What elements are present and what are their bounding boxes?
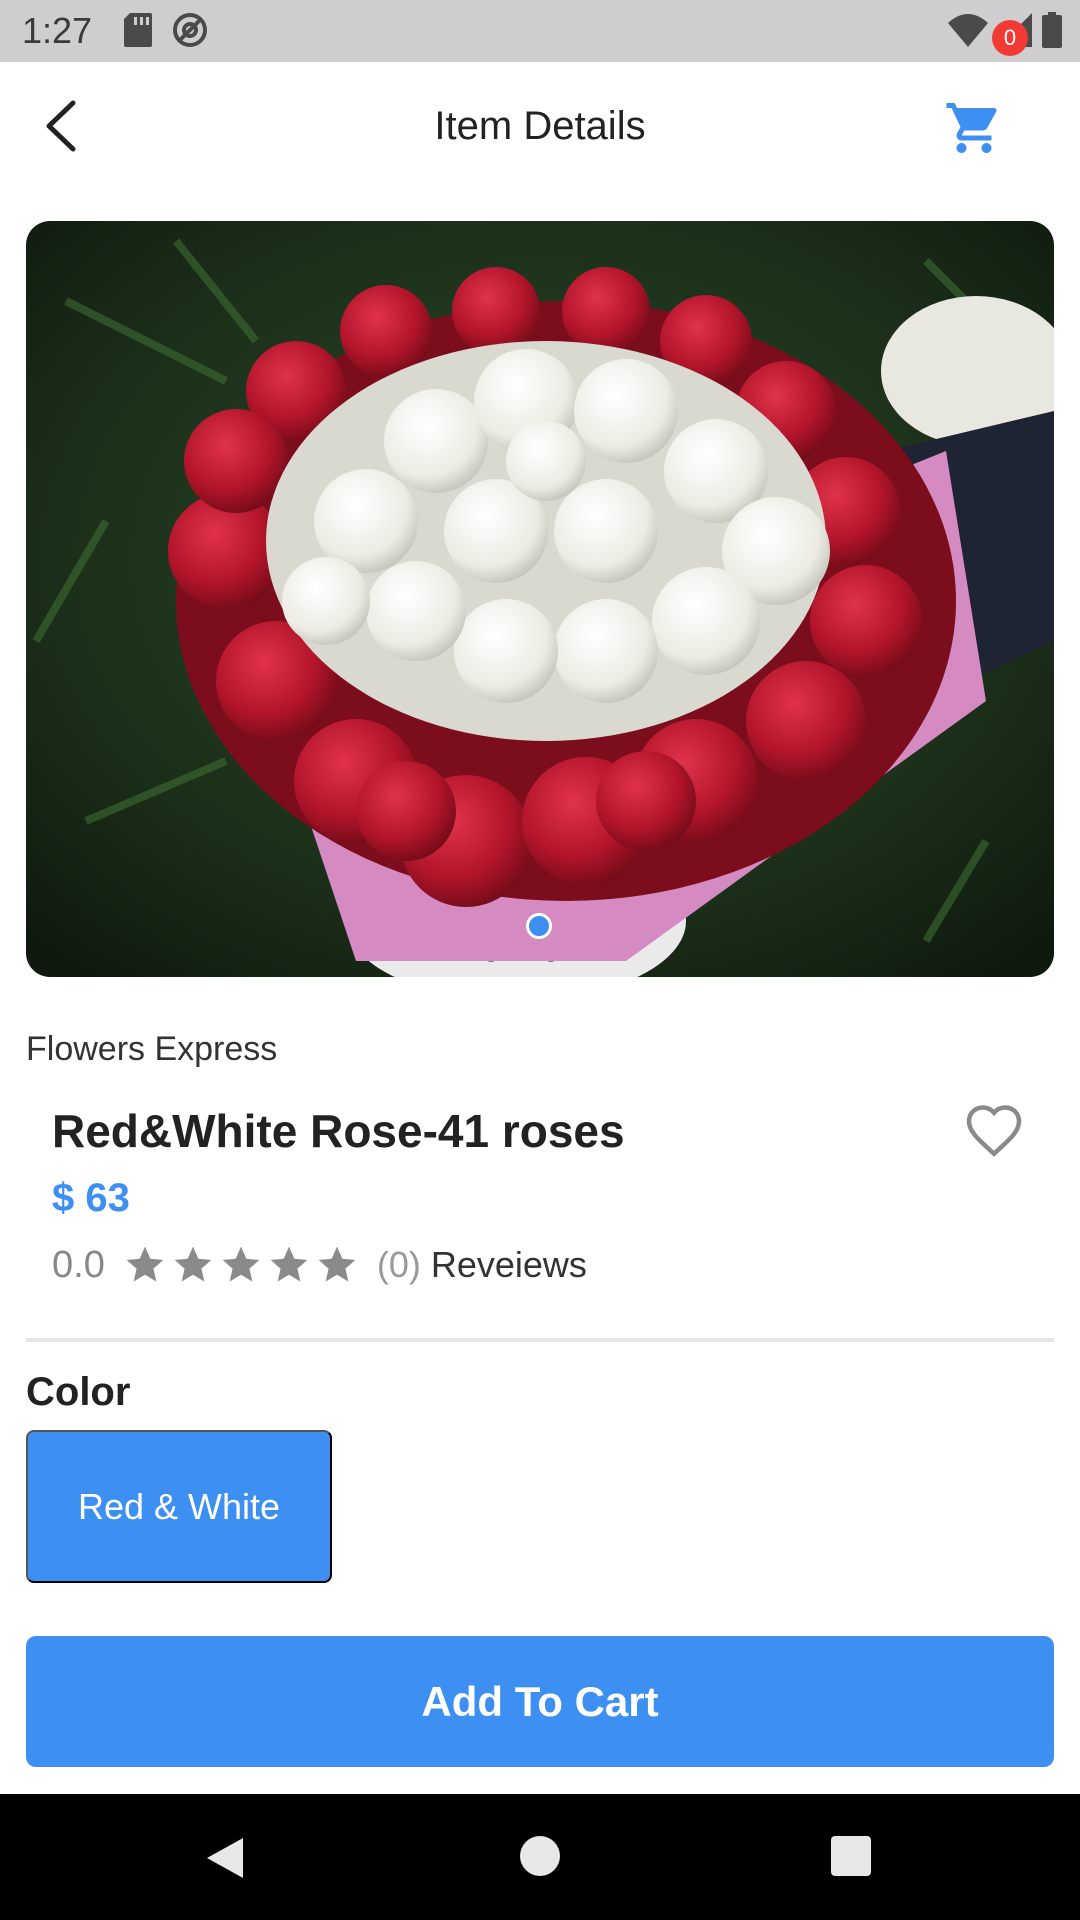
heart-outline-icon	[966, 1105, 1022, 1157]
nav-back-icon[interactable]	[205, 1836, 245, 1880]
sd-card-icon	[124, 13, 152, 47]
cart-button[interactable]	[944, 98, 1016, 164]
add-to-cart-button[interactable]: Add To Cart	[26, 1636, 1054, 1767]
carousel-indicator-dot	[526, 913, 552, 939]
color-heading: Color	[26, 1370, 131, 1414]
star-icon	[174, 1246, 212, 1282]
at-sign-icon	[173, 13, 207, 47]
review-count: (0)	[376, 1244, 421, 1285]
status-left-icons	[124, 12, 208, 48]
cart-count-badge: 0	[992, 20, 1028, 56]
product-name: Red&White Rose-41 roses	[52, 1105, 625, 1157]
star-icon	[270, 1246, 308, 1282]
status-time: 1:27	[22, 10, 93, 51]
rating-row: 0.0 (0) Reveiews	[52, 1240, 587, 1290]
star-icon	[318, 1246, 356, 1282]
color-option-red-white[interactable]: Red & White	[26, 1430, 332, 1583]
product-image[interactable]	[26, 221, 1054, 977]
bouquet-image	[26, 221, 1054, 977]
status-bar: 1:27	[0, 0, 1080, 62]
star-icon	[126, 1246, 164, 1282]
divider	[26, 1338, 1054, 1342]
favorite-button[interactable]	[964, 1102, 1024, 1158]
reviews-link[interactable]: Reveiews	[431, 1244, 587, 1286]
system-nav-bar	[0, 1794, 1080, 1920]
nav-recents-icon[interactable]	[831, 1836, 871, 1876]
nav-home-icon[interactable]	[520, 1836, 560, 1876]
store-name[interactable]: Flowers Express	[26, 1030, 277, 1069]
page-title: Item Details	[434, 104, 646, 148]
battery-icon	[1042, 12, 1062, 48]
app-bar: Item Details	[0, 62, 1080, 194]
star-rating	[123, 1243, 359, 1287]
shopping-cart-icon	[946, 103, 997, 153]
wifi-icon	[948, 14, 988, 47]
star-icon	[222, 1246, 260, 1282]
product-price: $ 63	[52, 1176, 130, 1220]
rating-value: 0.0	[52, 1243, 105, 1286]
